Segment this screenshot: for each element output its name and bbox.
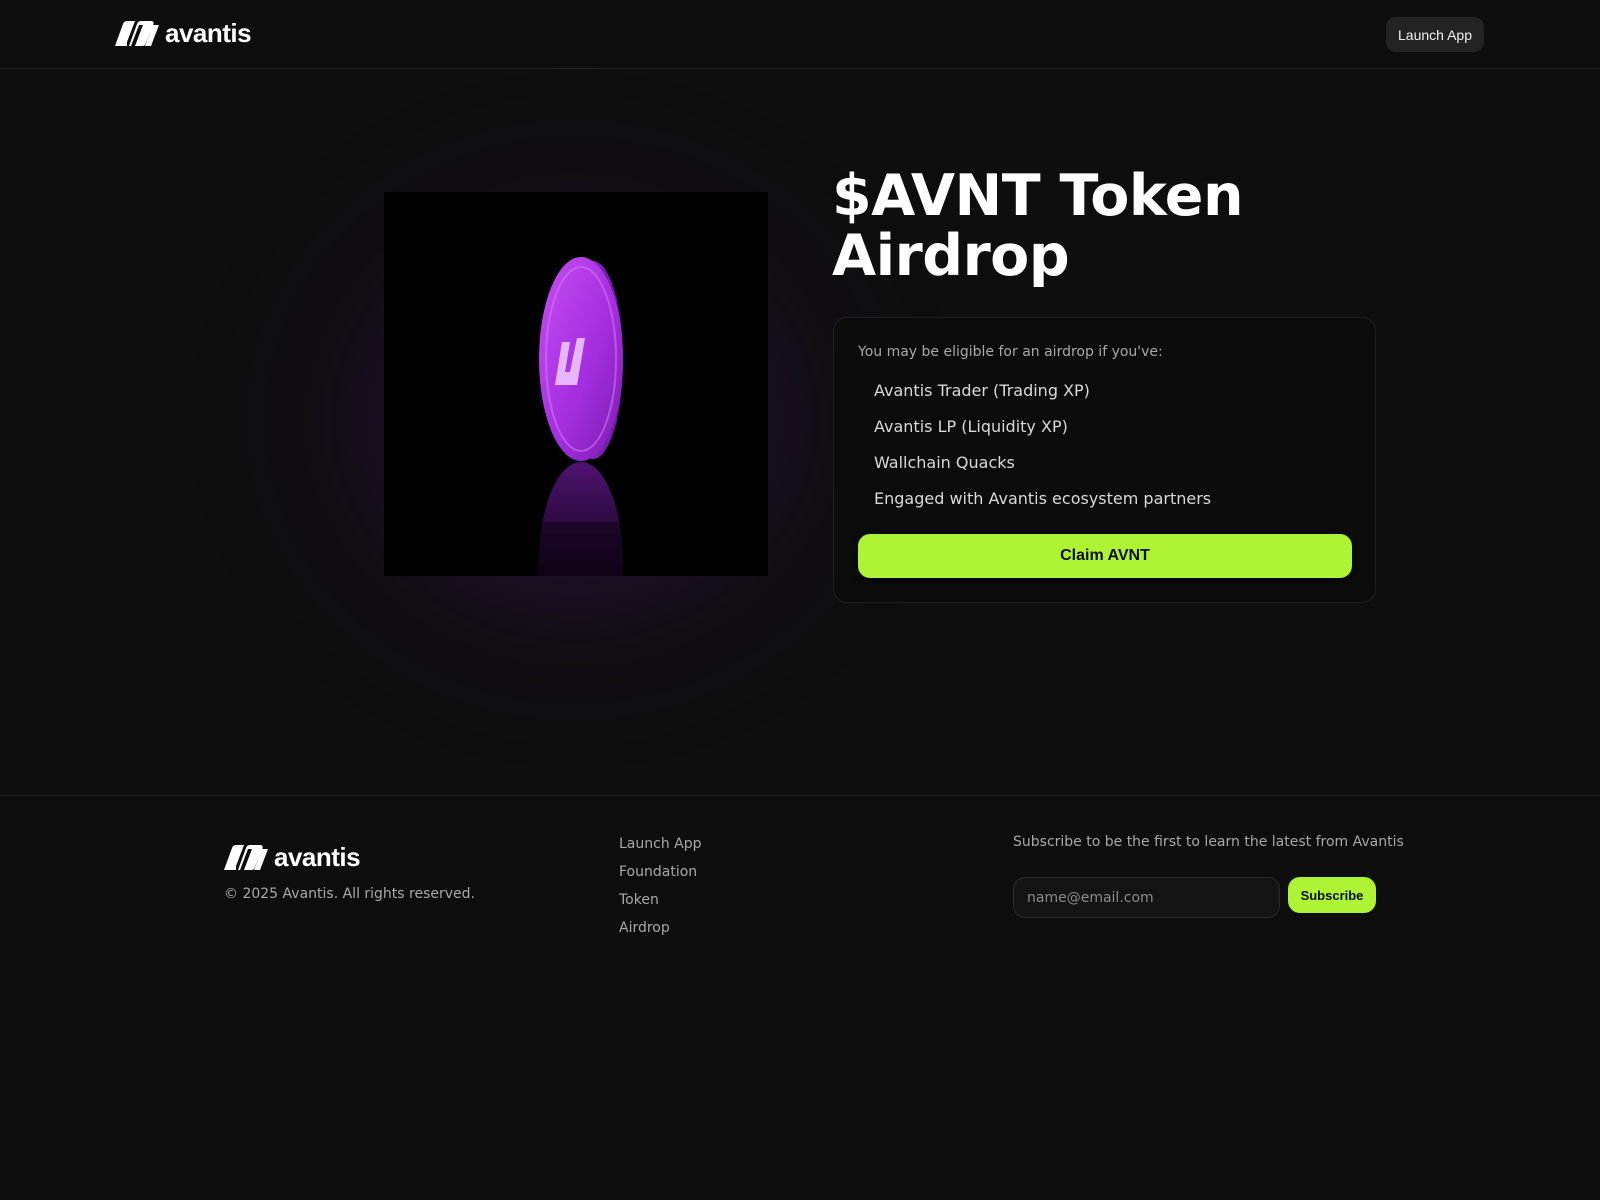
site-footer: avantis © 2025 Avantis. All rights reser…	[0, 795, 1600, 1200]
footer-link-foundation[interactable]: Foundation	[619, 862, 702, 890]
launch-app-button[interactable]: Launch App	[1386, 17, 1484, 52]
claim-avnt-button[interactable]: Claim AVNT	[858, 534, 1352, 578]
copyright-text: © 2025 Avantis. All rights reserved.	[224, 886, 476, 902]
header-logo[interactable]: avantis	[115, 18, 252, 48]
footer-link-launch-app[interactable]: Launch App	[619, 834, 702, 862]
criteria-item: Engaged with Avantis ecosystem partners	[874, 489, 1212, 508]
avantis-logo-icon	[115, 21, 159, 46]
footer-logo[interactable]: avantis	[224, 842, 361, 872]
subscribe-text: Subscribe to be the first to learn the l…	[1013, 834, 1404, 850]
page-title: $AVNT Token Airdrop	[832, 163, 1244, 289]
site-header: avantis Launch App	[0, 0, 1600, 69]
logo-wordmark: avantis	[165, 18, 252, 48]
logo-wordmark: avantis	[274, 842, 361, 872]
footer-link-airdrop[interactable]: Airdrop	[619, 918, 702, 946]
eligibility-intro: You may be eligible for an airdrop if yo…	[858, 344, 1163, 360]
footer-nav: Launch App Foundation Token Airdrop	[619, 834, 702, 946]
email-input[interactable]	[1013, 877, 1280, 918]
criteria-item: Avantis Trader (Trading XP)	[874, 381, 1090, 400]
avantis-logo-icon	[224, 845, 268, 870]
criteria-item: Avantis LP (Liquidity XP)	[874, 417, 1068, 436]
eligibility-card: You may be eligible for an airdrop if yo…	[833, 317, 1376, 603]
footer-link-token[interactable]: Token	[619, 890, 702, 918]
subscribe-button[interactable]: Subscribe	[1288, 877, 1376, 913]
coin-image	[384, 192, 768, 576]
purple-coin-image	[534, 257, 634, 576]
criteria-item: Wallchain Quacks	[874, 453, 1015, 472]
